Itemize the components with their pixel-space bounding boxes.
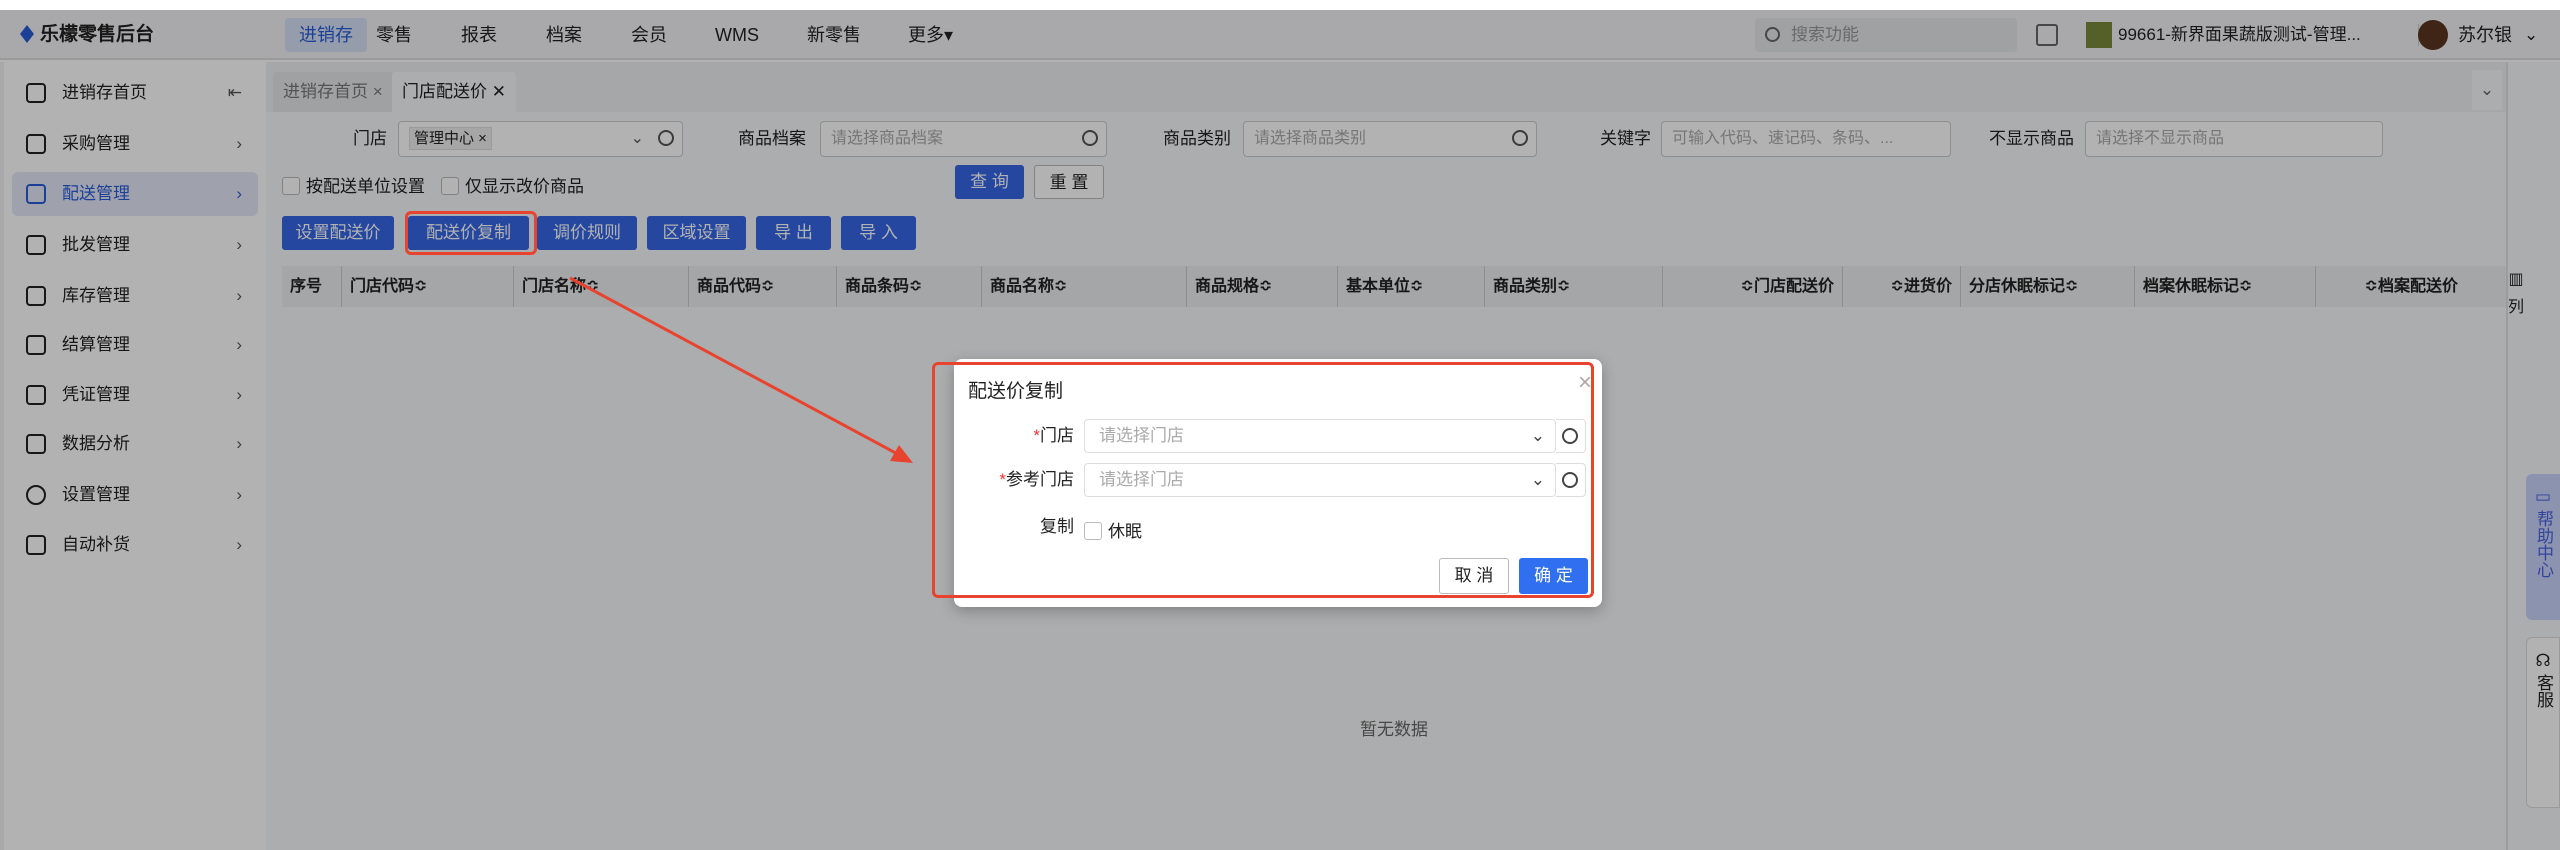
annotation-arrow — [569, 276, 913, 463]
